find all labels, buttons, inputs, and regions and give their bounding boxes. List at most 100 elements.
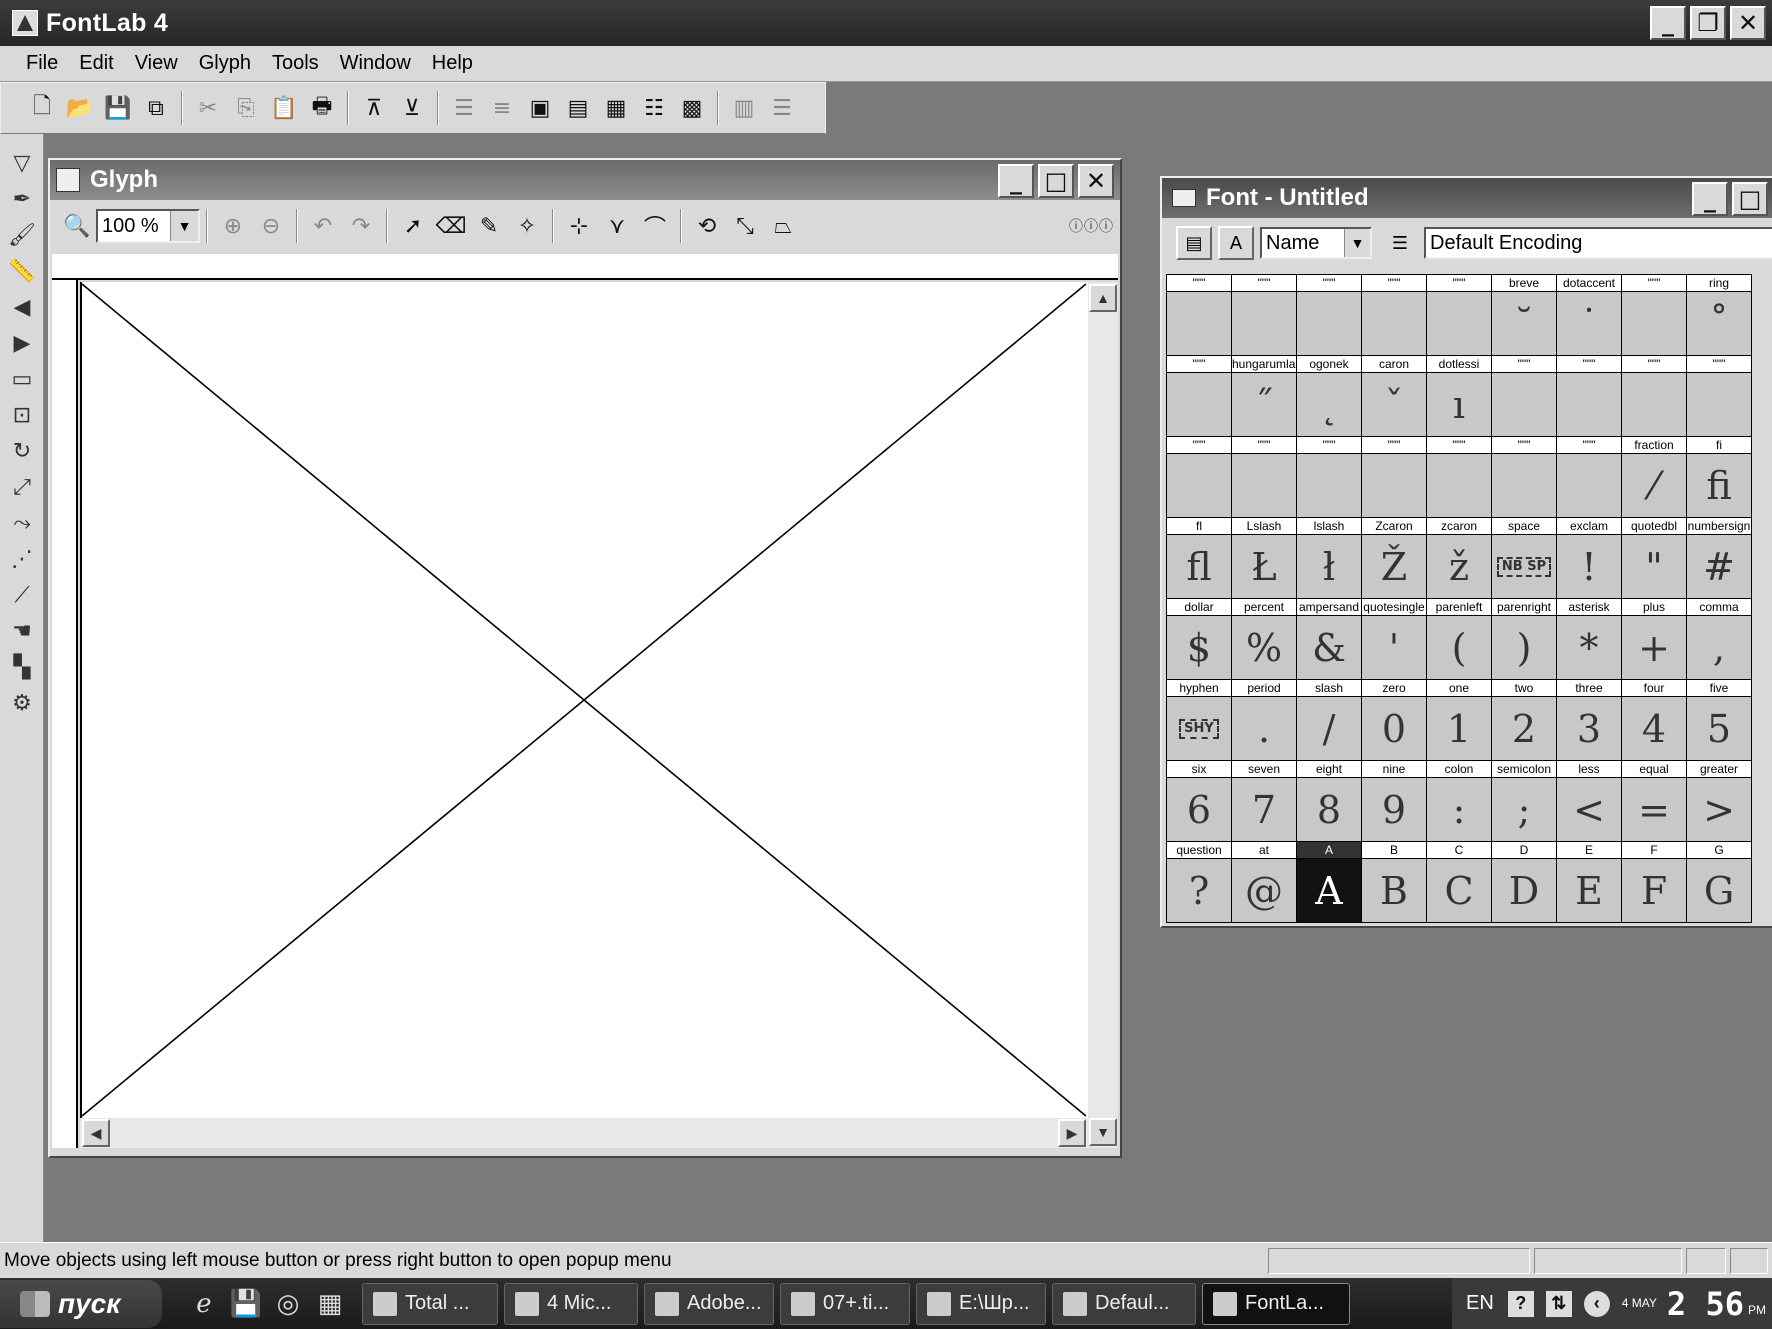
curve-icon[interactable]: ⤳ <box>4 506 40 540</box>
glyph-cell[interactable]: """ <box>1232 437 1296 517</box>
glyph-cell[interactable]: comma, <box>1687 599 1751 679</box>
glyph-cell[interactable]: at @ <box>1232 842 1296 922</box>
copy-icon[interactable]: ⎘ <box>231 93 261 123</box>
minimize-button[interactable]: _ <box>1650 6 1686 40</box>
glyph-cell[interactable]: semicolon; <box>1492 761 1556 841</box>
taskbar-item-explorer[interactable]: E:\Шр... <box>916 1282 1046 1325</box>
language-indicator[interactable]: EN <box>1466 1292 1494 1315</box>
undo-icon[interactable]: ↶ <box>308 211 338 241</box>
maximize-button[interactable]: □ <box>1038 164 1074 198</box>
align-icon[interactable]: ≡ <box>487 93 517 123</box>
zoom-icon[interactable]: 🔍 <box>62 211 92 241</box>
glyph-cell[interactable]: hungarumlaut ˝ <box>1232 356 1296 436</box>
glyph-cell[interactable]: Lslash Ł <box>1232 518 1296 598</box>
glyph-cell[interactable]: parenleft ( <box>1427 599 1491 679</box>
taskbar-item-total[interactable]: Total ... <box>362 1282 498 1325</box>
new-file-icon[interactable]: 🗋 <box>27 93 57 123</box>
maximize-button[interactable]: □ <box>1732 182 1768 216</box>
minimize-button[interactable]: _ <box>998 164 1034 198</box>
glyph-cell[interactable]: """ <box>1557 437 1621 517</box>
glyph-cell[interactable]: dotaccent ˙ <box>1557 275 1621 355</box>
floppy-icon[interactable]: 💾 <box>228 1286 264 1322</box>
arrow-down-icon[interactable]: ▽ <box>4 146 40 180</box>
add-node-icon[interactable]: ⊹ <box>564 211 594 241</box>
glyph-cell[interactable]: Zcaron Ž <box>1362 518 1426 598</box>
glyph-cell[interactable]: question? <box>1167 842 1231 922</box>
glyph-cell[interactable]: """ <box>1297 275 1361 355</box>
glyph-cell[interactable]: """ <box>1362 275 1426 355</box>
grid-icon[interactable]: ▩ <box>677 93 707 123</box>
close-button[interactable]: ✕ <box>1730 6 1766 40</box>
zoom-select[interactable]: 100 % ▼ <box>96 209 200 243</box>
glyph-cell[interactable]: fi ﬁ <box>1687 437 1751 517</box>
glyph-cell[interactable]: quotedbl " <box>1622 518 1686 598</box>
taskbar-item-adobe[interactable]: Adobe... <box>644 1282 774 1325</box>
taskbar-item-fontlab[interactable]: FontLa... <box>1202 1282 1350 1325</box>
network-icon[interactable]: ⇅ <box>1545 1290 1572 1317</box>
glyph-cell[interactable]: """ <box>1492 437 1556 517</box>
list-icon[interactable]: ☰ <box>767 93 797 123</box>
glyph-cell[interactable]: zero 0 <box>1362 680 1426 760</box>
font-info-icon[interactable]: ▤ <box>1176 226 1212 260</box>
ruler-icon[interactable]: 📏 <box>4 254 40 288</box>
glyph-cell[interactable]: less < <box>1557 761 1621 841</box>
glyph-cell[interactable]: asterisk * <box>1557 599 1621 679</box>
glyph-cell[interactable]: EE <box>1557 842 1621 922</box>
glyph-cell[interactable]: """ <box>1427 437 1491 517</box>
font-info-icon[interactable]: ☰ <box>449 93 479 123</box>
glyph-cell[interactable]: slash / <box>1297 680 1361 760</box>
save-icon[interactable]: 💾 <box>103 93 133 123</box>
brush-icon[interactable]: 🖌 <box>4 218 40 252</box>
rotate-icon[interactable]: ⟲ <box>692 211 722 241</box>
glyph-cell[interactable]: dollar $ <box>1167 599 1231 679</box>
font-window-titlebar[interactable]: Font - Untitled _ □ <box>1162 178 1772 218</box>
glyph-cell[interactable]: AA <box>1297 842 1361 922</box>
metrics-icon[interactable]: ⊼ <box>359 93 389 123</box>
glyph-cell[interactable]: """ <box>1167 437 1231 517</box>
close-button[interactable]: ✕ <box>1078 164 1114 198</box>
glyph-cell[interactable]: GG <box>1687 842 1751 922</box>
menu-tools[interactable]: Tools <box>272 52 319 75</box>
opentype-icon[interactable]: ▣ <box>525 93 555 123</box>
restore-button[interactable]: ❐ <box>1690 6 1726 40</box>
scroll-up-button[interactable]: ▲ <box>1089 284 1117 312</box>
zoom-out-icon[interactable]: ⊖ <box>256 211 286 241</box>
magic-wand-icon[interactable]: ✧ <box>512 211 542 241</box>
menu-view[interactable]: View <box>135 52 178 75</box>
previous-icon[interactable]: ◀ <box>4 290 40 324</box>
menu-edit[interactable]: Edit <box>79 52 113 75</box>
glyph-cell[interactable]: breve ˘ <box>1492 275 1556 355</box>
glyph-cell[interactable]: one 1 <box>1427 680 1491 760</box>
glyph-cell[interactable]: hyphen SHY <box>1167 680 1231 760</box>
glyph-cell[interactable]: space NB SP <box>1492 518 1556 598</box>
node-icon[interactable]: ⋰ <box>4 542 40 576</box>
zoom-in-icon[interactable]: ⊕ <box>218 211 248 241</box>
glyph-cell[interactable]: lslash ł <box>1297 518 1361 598</box>
glyph-cell[interactable]: equal = <box>1622 761 1686 841</box>
calculator-icon[interactable]: ▦ <box>312 1286 348 1322</box>
select-arrow-icon[interactable]: ➚ <box>398 211 428 241</box>
glyph-canvas[interactable] <box>80 282 1088 1118</box>
glyph-cell[interactable]: ampersand & <box>1297 599 1361 679</box>
glyph-cell[interactable]: five 5 <box>1687 680 1751 760</box>
encoding-icon[interactable]: ☰ <box>1382 226 1418 260</box>
taskbar-item-image[interactable]: 07+.ti... <box>780 1282 910 1325</box>
glyph-cell[interactable]: """ <box>1167 356 1231 436</box>
glyph-cell[interactable]: quotesingle ' <box>1362 599 1426 679</box>
pencil-icon[interactable]: ✎ <box>474 211 504 241</box>
next-icon[interactable]: ▶ <box>4 326 40 360</box>
classes-icon[interactable]: ▤ <box>563 93 593 123</box>
glyph-cell[interactable]: exclam! <box>1557 518 1621 598</box>
glyph-cell[interactable]: colon: <box>1427 761 1491 841</box>
taskbar-item-word[interactable]: 4 Mic... <box>504 1282 638 1325</box>
transform-icon[interactable]: ⊡ <box>4 398 40 432</box>
glyph-cell[interactable]: parenright) <box>1492 599 1556 679</box>
redo-icon[interactable]: ↷ <box>346 211 376 241</box>
chevron-down-icon[interactable]: ▼ <box>1344 229 1370 257</box>
glyph-cell[interactable]: plus + <box>1622 599 1686 679</box>
glyph-cell[interactable]: """ <box>1687 356 1751 436</box>
scroll-left-button[interactable]: ◀ <box>82 1119 110 1147</box>
glyph-cell[interactable]: """ <box>1622 275 1686 355</box>
glyph-cell[interactable]: """ <box>1167 275 1231 355</box>
minimize-button[interactable]: _ <box>1692 182 1728 216</box>
